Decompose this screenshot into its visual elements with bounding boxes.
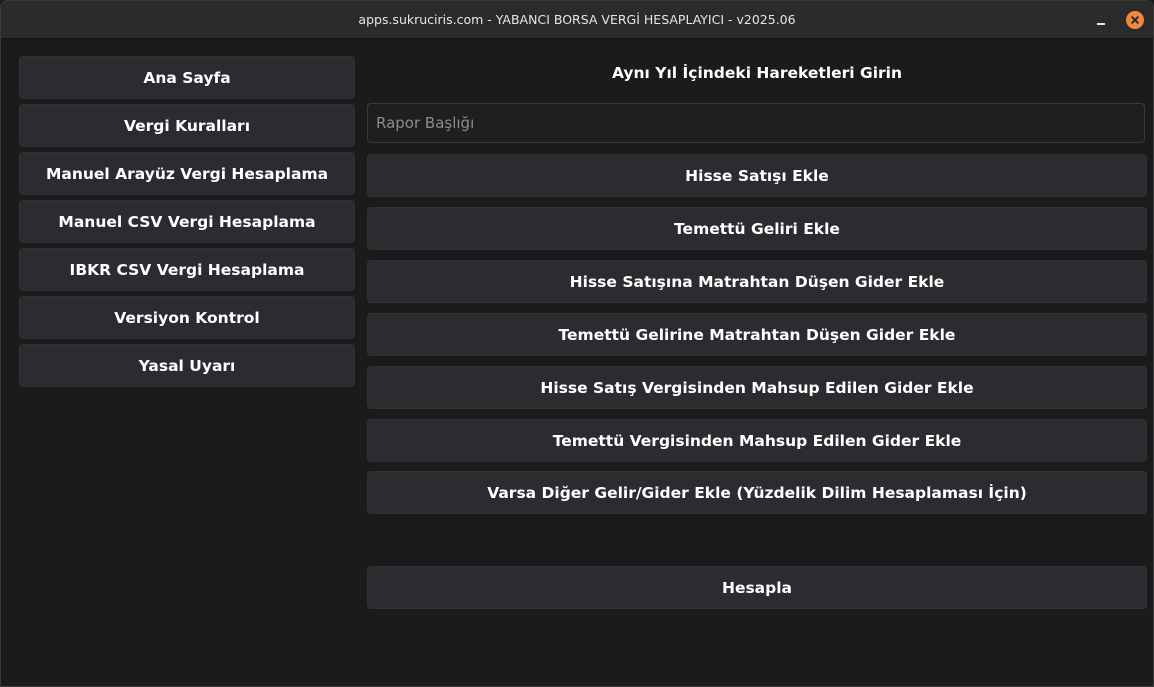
app-window: apps.sukruciris.com - YABANCI BORSA VERG… (0, 0, 1154, 687)
sidebar-item-versiyon-kontrol[interactable]: Versiyon Kontrol (19, 296, 355, 339)
add-dividend-expense-button[interactable]: Temettü Gelirine Matrahtan Düşen Gider E… (367, 313, 1147, 356)
add-stock-sale-expense-button[interactable]: Hisse Satışına Matrahtan Düşen Gider Ekl… (367, 260, 1147, 303)
close-icon[interactable] (1126, 11, 1144, 29)
sidebar-item-ibkr-csv[interactable]: IBKR CSV Vergi Hesaplama (19, 248, 355, 291)
sidebar-item-yasal-uyari[interactable]: Yasal Uyarı (19, 344, 355, 387)
window-title: apps.sukruciris.com - YABANCI BORSA VERG… (358, 12, 796, 27)
add-stock-tax-offset-button[interactable]: Hisse Satış Vergisinden Mahsup Edilen Gi… (367, 366, 1147, 409)
calculate-button[interactable]: Hesapla (367, 566, 1147, 609)
minimize-icon[interactable] (1092, 11, 1110, 29)
add-stock-sale-button[interactable]: Hisse Satışı Ekle (367, 154, 1147, 197)
report-title-input[interactable] (367, 103, 1145, 143)
add-dividend-income-button[interactable]: Temettü Geliri Ekle (367, 207, 1147, 250)
add-dividend-tax-offset-button[interactable]: Temettü Vergisinden Mahsup Edilen Gider … (367, 419, 1147, 462)
sidebar-item-ana-sayfa[interactable]: Ana Sayfa (19, 56, 355, 99)
add-other-income-expense-button[interactable]: Varsa Diğer Gelir/Gider Ekle (Yüzdelik D… (367, 471, 1147, 514)
sidebar-item-manuel-csv[interactable]: Manuel CSV Vergi Hesaplama (19, 200, 355, 243)
title-bar[interactable]: apps.sukruciris.com - YABANCI BORSA VERG… (1, 1, 1153, 39)
sidebar-item-vergi-kurallari[interactable]: Vergi Kuralları (19, 104, 355, 147)
page-title: Aynı Yıl İçindeki Hareketleri Girin (611, 64, 903, 82)
sidebar-item-manuel-arayuz[interactable]: Manuel Arayüz Vergi Hesaplama (19, 152, 355, 195)
